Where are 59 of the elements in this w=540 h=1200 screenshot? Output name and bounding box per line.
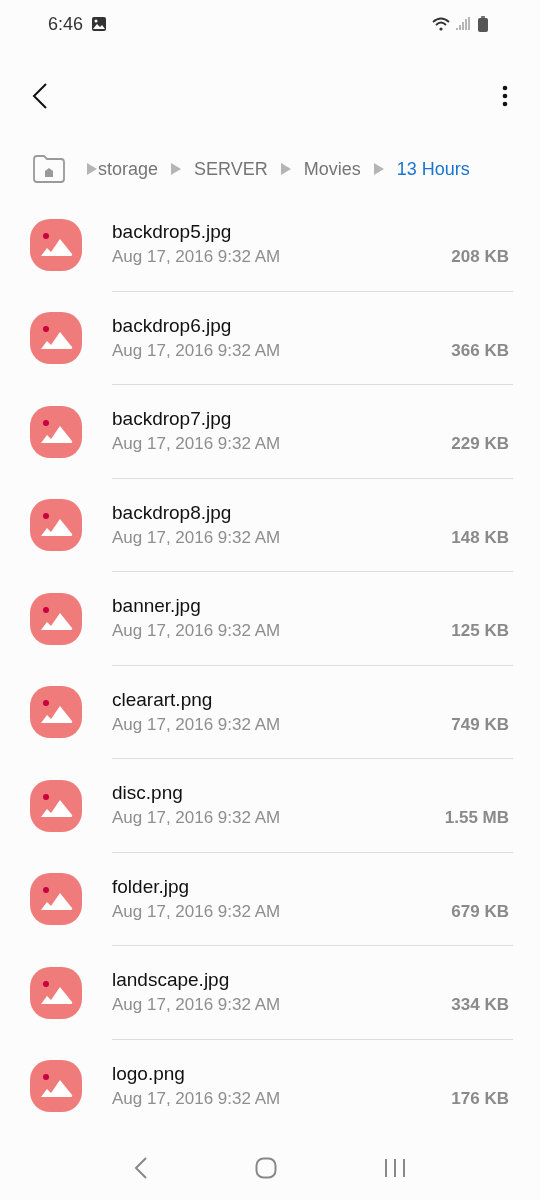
breadcrumb-item[interactable]: storage [98,158,159,180]
file-name: banner.jpg [112,595,201,618]
breadcrumb-item[interactable]: SERVER [194,158,268,180]
file-size: 366 KB [451,340,509,361]
file-date: Aug 17, 2016 9:32 AM [112,340,281,361]
file-date: Aug 17, 2016 9:32 AM [112,527,281,548]
file-size: 1.55 MB [444,808,509,829]
file-size: 208 KB [451,247,509,268]
file-name: backdrop8.jpg [112,501,232,524]
file-date: Aug 17, 2016 9:32 AM [112,434,281,455]
file-name: backdrop7.jpg [112,408,232,431]
image-file-icon [30,1060,82,1113]
home-icon [255,1157,277,1179]
file-name: landscape.jpg [112,969,230,992]
file-date: Aug 17, 2016 9:32 AM [112,621,281,642]
file-size: 749 KB [451,714,509,735]
image-file-icon [30,873,82,926]
file-name: backdrop6.jpg [112,314,232,337]
file-date: Aug 17, 2016 9:32 AM [112,995,281,1016]
file-size: 148 KB [451,527,509,548]
breadcrumb-arrow-icon [372,162,385,176]
wifi-icon [432,17,450,31]
file-name: backdrop5.jpg [112,221,232,244]
file-size: 125 KB [451,621,509,642]
file-size: 229 KB [451,434,509,455]
home-folder-icon[interactable] [32,155,66,183]
file-date: Aug 17, 2016 9:32 AM [112,1089,281,1110]
battery-icon [478,16,488,32]
file-name: logo.png [112,1063,185,1086]
file-date: Aug 17, 2016 9:32 AM [112,808,281,829]
file-size: 334 KB [451,995,509,1016]
status-time: 6:46 [48,13,84,35]
file-date: Aug 17, 2016 9:32 AM [112,901,281,922]
image-file-icon [30,592,82,645]
signal-icon [456,17,470,31]
back-icon [32,83,48,109]
image-notification-icon [91,16,108,32]
breadcrumb-arrow-icon [279,162,292,176]
image-file-icon [30,779,82,832]
file-name: disc.png [112,782,183,805]
breadcrumb-arrow-icon [170,162,183,176]
file-name: clearart.png [112,688,213,711]
image-file-icon [30,686,82,739]
recents-icon [384,1157,407,1179]
breadcrumb-arrow-icon [86,162,98,176]
file-size: 176 KB [451,1089,509,1110]
image-file-icon [30,966,82,1019]
image-file-icon [30,312,82,365]
more-icon [502,85,508,107]
back-icon [133,1157,148,1179]
file-date: Aug 17, 2016 9:32 AM [112,714,281,735]
breadcrumb-item[interactable]: 13 Hours [396,158,470,180]
file-size: 679 KB [451,901,509,922]
file-date: Aug 17, 2016 9:32 AM [112,247,281,268]
image-file-icon [30,218,82,271]
image-file-icon [30,499,82,552]
image-file-icon [30,405,82,458]
breadcrumb-item[interactable]: Movies [303,158,361,180]
file-name: folder.jpg [112,875,190,898]
